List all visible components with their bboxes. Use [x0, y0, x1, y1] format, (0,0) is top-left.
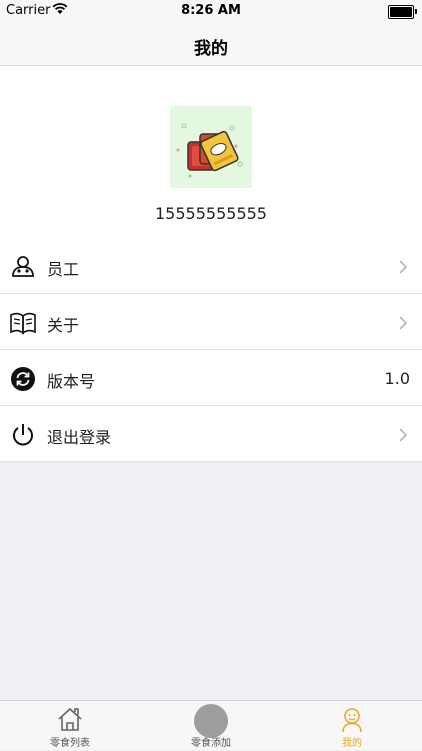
tab-label: 零食添加: [191, 738, 231, 749]
version-value: 1.0: [384, 369, 410, 388]
navigation-bar: 我的: [0, 22, 422, 66]
menu-list: 员工 关于 版本号 1.0 退出登录: [0, 238, 422, 462]
snack-package-icon: [176, 123, 243, 178]
tab-snack-list[interactable]: 零食列表: [0, 701, 140, 751]
menu-item-logout[interactable]: 退出登录: [0, 406, 422, 462]
home-icon: [57, 707, 83, 735]
power-icon: [10, 422, 36, 448]
chevron-right-icon: [398, 315, 408, 330]
menu-item-label: 版本号: [47, 372, 96, 391]
tab-bar: 零食列表 零食添加 我的: [0, 700, 422, 750]
menu-item-about[interactable]: 关于: [0, 294, 422, 350]
menu-item-label: 关于: [47, 316, 80, 335]
tab-label: 零食列表: [50, 738, 90, 749]
tab-mine[interactable]: 我的: [282, 701, 422, 751]
chevron-right-icon: [398, 427, 408, 442]
person-icon: [340, 707, 364, 737]
page-title: 我的: [194, 39, 228, 59]
menu-item-label: 退出登录: [47, 428, 112, 447]
menu-item-staff[interactable]: 员工: [0, 238, 422, 294]
profile-header: 15555555555: [0, 66, 422, 238]
chevron-right-icon: [398, 259, 408, 274]
refresh-icon: [10, 366, 36, 392]
avatar[interactable]: [170, 106, 252, 188]
battery-icon: [388, 5, 417, 19]
tab-label: 我的: [342, 738, 362, 749]
book-icon: [10, 310, 36, 336]
menu-item-label: 员工: [47, 260, 80, 279]
user-icon: [10, 254, 36, 280]
status-time: 8:26 AM: [181, 3, 241, 18]
phone-number: 15555555555: [155, 204, 267, 223]
menu-item-version: 版本号 1.0: [0, 350, 422, 406]
status-bar: Carrier 8:26 AM: [0, 0, 422, 22]
tab-snack-add[interactable]: 零食添加: [141, 701, 281, 751]
